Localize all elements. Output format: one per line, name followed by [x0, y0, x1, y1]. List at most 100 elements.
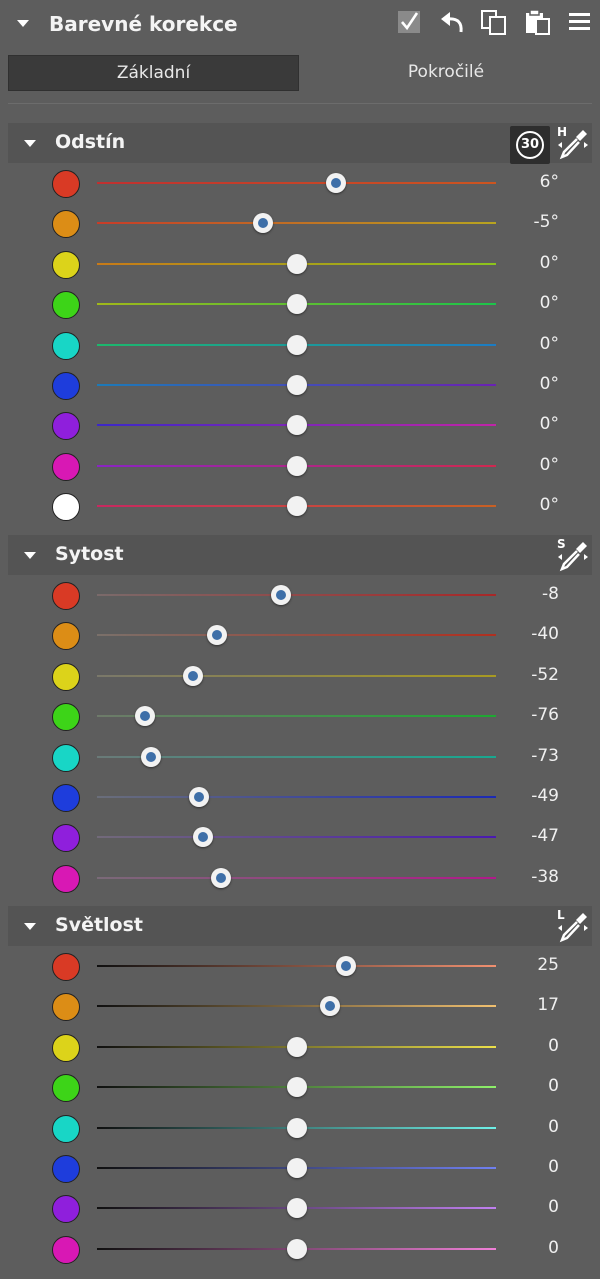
lightness-slider-thumb[interactable]: [336, 956, 357, 976]
picker-letter: H: [557, 125, 568, 139]
collapse-panel-caret-icon[interactable]: [17, 20, 29, 27]
hue-row-purple: 0°: [0, 406, 600, 446]
lightness-value[interactable]: 0: [505, 1117, 559, 1137]
lightness-slider-thumb[interactable]: [286, 1117, 307, 1138]
saturation-value[interactable]: -38: [505, 867, 559, 887]
lightness-picker-button[interactable]: L: [556, 908, 590, 944]
lightness-value[interactable]: 0: [505, 1238, 559, 1258]
lightness-slider-track[interactable]: [97, 965, 496, 967]
hue-value[interactable]: 0°: [505, 334, 559, 354]
lightness-value[interactable]: 17: [505, 995, 559, 1015]
saturation-slider-thumb[interactable]: [140, 746, 161, 767]
saturation-slider-thumb[interactable]: [270, 585, 291, 605]
lightness-slider-thumb[interactable]: [286, 1036, 307, 1057]
section-header-hue[interactable]: Odstín 30 H: [8, 123, 592, 164]
hue-slider-thumb[interactable]: [286, 253, 307, 274]
hue-slider-track[interactable]: [97, 222, 496, 225]
saturation-slider-thumb[interactable]: [182, 665, 203, 686]
saturation-value[interactable]: -47: [505, 826, 559, 846]
lightness-slider-thumb[interactable]: [286, 1158, 307, 1178]
hue-value[interactable]: 0°: [505, 495, 559, 515]
lightness-row-magenta: 0: [0, 1230, 600, 1270]
hue-row-red: 6°: [0, 164, 600, 204]
lightness-slider-track[interactable]: [97, 1005, 496, 1008]
color-swatch-magenta: [52, 1235, 80, 1264]
lightness-value[interactable]: 0: [505, 1036, 559, 1056]
hue-value[interactable]: 6°: [505, 172, 559, 192]
hue-value[interactable]: 0°: [505, 374, 559, 394]
tab-basic[interactable]: Základní: [8, 55, 299, 91]
saturation-slider-thumb[interactable]: [206, 625, 227, 646]
saturation-value[interactable]: -49: [505, 786, 559, 806]
section-title: Světlost: [55, 914, 143, 936]
saturation-row-magenta: -38: [0, 859, 600, 899]
lightness-value[interactable]: 25: [505, 955, 559, 975]
saturation-slider-track[interactable]: [97, 634, 496, 637]
saturation-value[interactable]: -76: [505, 705, 559, 725]
section-header-saturation[interactable]: Sytost S: [8, 535, 592, 575]
paste-icon[interactable]: [524, 8, 552, 36]
checkmark-icon[interactable]: [396, 8, 424, 36]
mode-tabs: Základní Pokročilé: [8, 55, 592, 91]
hue-range-toggle-button[interactable]: 30: [510, 126, 550, 164]
copy-icon[interactable]: [480, 8, 508, 36]
section-header-lightness[interactable]: Světlost L: [8, 906, 592, 946]
lightness-slider-thumb[interactable]: [320, 996, 341, 1017]
saturation-slider-track[interactable]: [97, 796, 496, 798]
saturation-slider-thumb[interactable]: [210, 867, 231, 888]
lightness-value[interactable]: 0: [505, 1197, 559, 1217]
hue-slider-track[interactable]: [97, 182, 496, 184]
hue-value[interactable]: 0°: [505, 253, 559, 273]
collapse-section-caret-icon[interactable]: [24, 923, 36, 930]
color-swatch-purple: [52, 1195, 80, 1224]
hue-slider-thumb[interactable]: [286, 455, 307, 476]
saturation-picker-button[interactable]: S: [556, 537, 590, 573]
menu-icon[interactable]: [566, 8, 594, 36]
lightness-row-purple: 0: [0, 1189, 600, 1229]
saturation-slider-thumb[interactable]: [188, 787, 209, 807]
saturation-slider-track[interactable]: [97, 594, 496, 596]
saturation-slider-track[interactable]: [97, 674, 496, 677]
saturation-value[interactable]: -8: [505, 584, 559, 604]
hue-slider-thumb[interactable]: [286, 334, 307, 355]
collapse-section-caret-icon[interactable]: [24, 552, 36, 559]
undo-icon[interactable]: [438, 8, 466, 36]
hue-value[interactable]: 0°: [505, 414, 559, 434]
saturation-slider-track[interactable]: [97, 715, 496, 718]
saturation-slider-track[interactable]: [97, 836, 496, 839]
collapse-section-caret-icon[interactable]: [24, 140, 36, 147]
hue-slider-thumb[interactable]: [253, 213, 274, 234]
hue-slider-thumb[interactable]: [286, 496, 307, 517]
color-swatch-magenta: [52, 864, 80, 893]
saturation-slider-track[interactable]: [97, 876, 496, 879]
saturation-slider-thumb[interactable]: [192, 827, 213, 848]
color-swatch-purple: [52, 412, 80, 441]
color-swatch-magenta: [52, 452, 80, 481]
hue-value[interactable]: 0°: [505, 455, 559, 475]
lightness-slider-thumb[interactable]: [286, 1077, 307, 1098]
hue-slider-thumb[interactable]: [286, 415, 307, 436]
color-swatch-orange: [52, 622, 80, 651]
hue-picker-button[interactable]: H: [556, 125, 590, 161]
color-swatch-red: [52, 582, 80, 610]
lightness-slider-thumb[interactable]: [286, 1238, 307, 1259]
hue-slider-thumb[interactable]: [286, 294, 307, 315]
saturation-value[interactable]: -52: [505, 665, 559, 685]
hue-row-orange: -5°: [0, 204, 600, 244]
lightness-slider-thumb[interactable]: [286, 1198, 307, 1219]
saturation-value[interactable]: -40: [505, 624, 559, 644]
color-swatch-blue: [52, 372, 80, 400]
tab-advanced[interactable]: Pokročilé: [300, 55, 592, 89]
saturation-value[interactable]: -73: [505, 746, 559, 766]
lightness-value[interactable]: 0: [505, 1076, 559, 1096]
saturation-slider-thumb[interactable]: [134, 706, 155, 727]
hue-value[interactable]: -5°: [505, 212, 559, 232]
hue-row-skin: 0°: [0, 487, 600, 527]
hue-slider-thumb[interactable]: [326, 173, 347, 193]
saturation-row-orange: -40: [0, 616, 600, 656]
lightness-value[interactable]: 0: [505, 1157, 559, 1177]
hue-row-magenta: 0°: [0, 447, 600, 487]
saturation-row-green: -76: [0, 697, 600, 737]
hue-value[interactable]: 0°: [505, 293, 559, 313]
hue-slider-thumb[interactable]: [286, 375, 307, 395]
